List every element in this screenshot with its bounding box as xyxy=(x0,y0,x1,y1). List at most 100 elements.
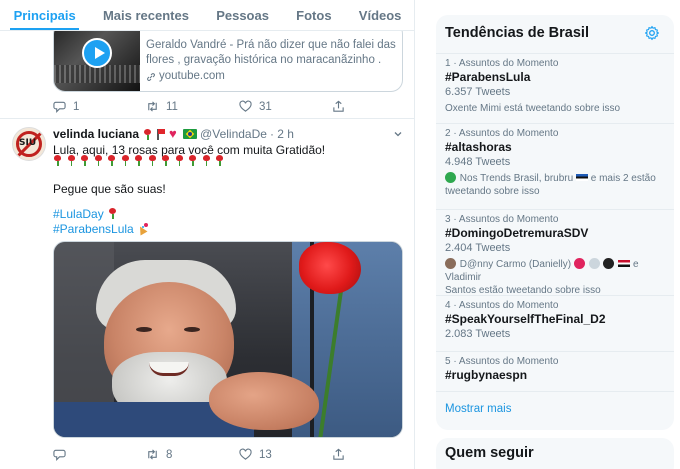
search-results-feed: Principais Mais recentes Pessoas Fotos V… xyxy=(0,0,415,469)
author-name[interactable]: velinda luciana xyxy=(53,127,139,141)
trend-context: D@nny Carmo (Danielly) e Vladimir Santos… xyxy=(445,258,639,296)
trend-context: Nos Trends Brasil, brubru e mais 2 estão… xyxy=(445,172,656,197)
caret-down-icon[interactable] xyxy=(392,128,404,140)
retweet-count: 8 xyxy=(166,448,173,461)
trends-footer: Mostrar mais xyxy=(436,391,674,430)
author-handle[interactable]: @VelindaDe xyxy=(200,127,267,141)
search-tabs: Principais Mais recentes Pessoas Fotos V… xyxy=(0,0,414,31)
trend-item-2[interactable]: 2 · Assuntos do Momento #altashoras 4.94… xyxy=(436,123,674,209)
trend-item-5[interactable]: 5 · Assuntos do Momento #rugbynaespn xyxy=(436,351,674,391)
rose-emoji xyxy=(175,155,184,166)
tweet-text-line2: Pegue que são suas! xyxy=(53,182,166,196)
trend-name: #DomingoDetremuraSDV xyxy=(445,226,589,240)
link-preview-card[interactable]: Geraldo Vandré - Prá não dizer que não f… xyxy=(53,22,403,92)
trend-meta: 3 · Assuntos do Momento xyxy=(445,214,559,225)
black-circle-emoji xyxy=(603,258,615,269)
trend-count: 6.357 Tweets xyxy=(445,86,511,98)
tab-videos[interactable]: Vídeos xyxy=(345,0,414,30)
trend-item-1[interactable]: 1 · Assuntos do Momento #ParabensLula 6.… xyxy=(436,53,674,123)
heart-emoji xyxy=(169,126,180,141)
rose-emoji xyxy=(215,155,224,166)
rose-emoji xyxy=(134,155,143,166)
rose-emoji xyxy=(161,155,170,166)
white-circle-emoji xyxy=(588,258,600,269)
rose-emoji xyxy=(67,155,76,166)
trends-title: Tendências de Brasil xyxy=(445,25,589,41)
play-icon[interactable] xyxy=(82,38,112,68)
trend-context: Oxente Mimi está tweetando sobre isso xyxy=(445,103,621,114)
link-icon xyxy=(147,72,155,81)
trend-item-3[interactable]: 3 · Assuntos do Momento #DomingoDetremur… xyxy=(436,209,674,296)
hashtag-parabenslula[interactable]: #ParabensLula xyxy=(53,222,134,236)
rose-emoji xyxy=(202,155,211,166)
like-icon xyxy=(239,448,252,460)
avatar[interactable]: SIU xyxy=(12,127,46,161)
roses-emoji-row xyxy=(53,155,224,166)
retweet-count: 11 xyxy=(166,100,178,113)
tweet-divider xyxy=(0,118,414,119)
hashtag-luladay[interactable]: #LulaDay xyxy=(53,207,104,221)
brazil-flag-emoji xyxy=(183,129,198,139)
like-button[interactable]: 31 xyxy=(239,100,332,113)
rose-emoji xyxy=(80,155,89,166)
show-more-link[interactable]: Mostrar mais xyxy=(445,403,511,415)
prev-tweet-actions: 1 11 31 xyxy=(53,100,414,113)
share-button[interactable] xyxy=(332,100,414,113)
who-to-follow-panel: Quem seguir xyxy=(436,438,674,469)
tab-principais[interactable]: Principais xyxy=(0,0,89,30)
tab-fotos[interactable]: Fotos xyxy=(283,0,346,30)
trend-meta: 1 · Assuntos do Momento xyxy=(445,58,559,69)
share-icon xyxy=(333,100,344,112)
trend-item-4[interactable]: 4 · Assuntos do Momento #SpeakYourselfTh… xyxy=(436,295,674,351)
share-button[interactable] xyxy=(332,448,414,461)
tweet-actions: 8 13 xyxy=(53,448,414,461)
estonia-flag-emoji xyxy=(575,174,588,181)
trend-meta: 2 · Assuntos do Momento xyxy=(445,128,559,139)
retweet-icon xyxy=(148,101,157,112)
who-to-follow-title: Quem seguir xyxy=(445,445,534,461)
user-avatar xyxy=(445,258,456,269)
trend-count: 2.083 Tweets xyxy=(445,328,511,340)
link-description-line1: Geraldo Vandré - Prá não dizer que não f… xyxy=(146,39,396,51)
rose-emoji xyxy=(107,208,118,219)
red-flag-emoji xyxy=(156,128,166,140)
party-popper-emoji xyxy=(137,223,149,234)
share-icon xyxy=(333,448,344,460)
reply-button[interactable] xyxy=(53,448,146,461)
like-count: 31 xyxy=(259,100,272,113)
user-avatar xyxy=(445,172,456,183)
rose-emoji xyxy=(53,155,62,166)
like-icon xyxy=(239,100,252,112)
tab-pessoas[interactable]: Pessoas xyxy=(203,0,283,30)
tweet-photo[interactable] xyxy=(53,241,403,438)
rose-emoji xyxy=(121,155,130,166)
link-description-line2: flores , gravação histórica no maracanãz… xyxy=(146,54,382,66)
rose-emoji xyxy=(94,155,103,166)
like-button[interactable]: 13 xyxy=(239,448,332,461)
tweet-time[interactable]: · 2 h xyxy=(270,127,294,141)
trend-name: #SpeakYourselfTheFinal_D2 xyxy=(445,312,606,326)
retweet-icon xyxy=(148,449,157,460)
trend-name: #rugbynaespn xyxy=(445,368,528,382)
trend-name: #altashoras xyxy=(445,140,512,154)
reply-count: 1 xyxy=(73,100,80,113)
trend-meta: 5 · Assuntos do Momento xyxy=(445,356,559,367)
gear-icon[interactable] xyxy=(644,25,660,41)
reply-button[interactable]: 1 xyxy=(53,100,146,113)
trend-count: 4.948 Tweets xyxy=(445,156,511,168)
tab-mais-recentes[interactable]: Mais recentes xyxy=(89,0,202,30)
trend-count: 2.404 Tweets xyxy=(445,242,511,254)
red-circle-emoji xyxy=(573,258,585,269)
tweet-header: velinda luciana @VelindaDe · 2 h xyxy=(53,126,294,142)
rose-emoji xyxy=(142,128,153,140)
trend-meta: 4 · Assuntos do Momento xyxy=(445,300,559,311)
reply-icon xyxy=(53,101,66,113)
rose-emoji xyxy=(107,155,116,166)
retweet-button[interactable]: 11 xyxy=(146,100,239,113)
egypt-flag-emoji xyxy=(618,260,631,267)
retweet-button[interactable]: 8 xyxy=(146,448,239,461)
rose-emoji xyxy=(148,155,157,166)
link-domain: youtube.com xyxy=(159,70,225,82)
trends-panel: Tendências de Brasil 1 · Assuntos do Mom… xyxy=(436,15,674,430)
rose-emoji xyxy=(188,155,197,166)
